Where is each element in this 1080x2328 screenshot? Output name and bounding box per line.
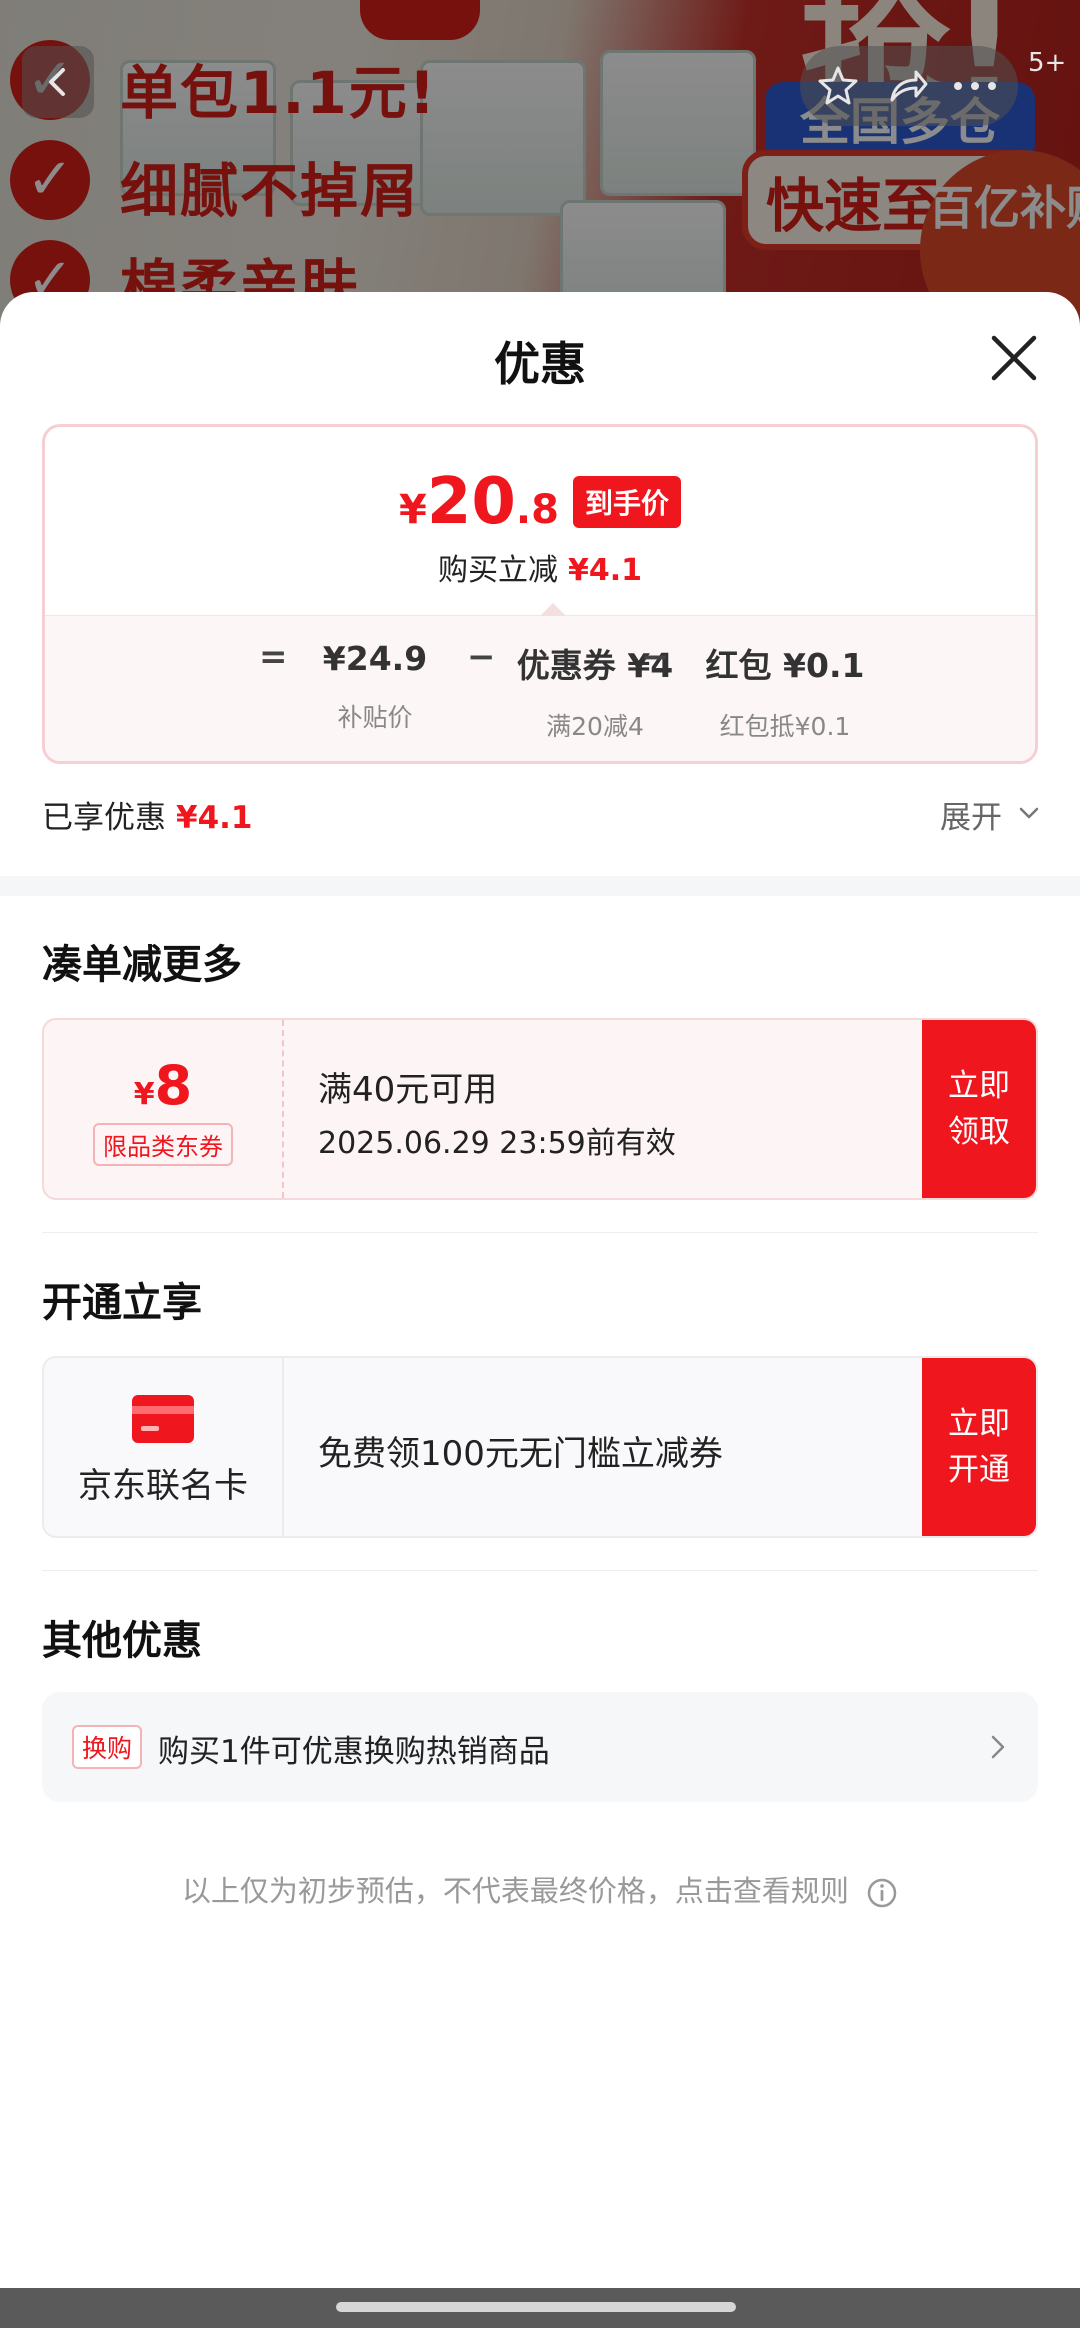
breakdown-value: ¥24.9	[322, 639, 428, 678]
breakdown-label: 红包抵¥0.1	[719, 712, 851, 741]
coupon-condition: 满40元可用	[318, 1070, 498, 1110]
share-icon[interactable]	[886, 64, 930, 108]
direct-discount-label: 购买立减	[437, 553, 558, 588]
disclaimer-text: 以上仅为初步预估，不代表最终价格，点击查看规则	[181, 1874, 849, 1908]
section-divider	[0, 876, 1080, 896]
currency-symbol: ¥	[399, 487, 427, 533]
trade-in-text: 购买1件可优惠换购热销商品	[158, 1734, 550, 1770]
chevron-right-icon	[991, 1735, 1005, 1759]
breakdown-label: 补贴价	[337, 703, 413, 732]
price-decimal: .8	[515, 487, 559, 533]
open-card-button[interactable]: 立即 开通	[922, 1358, 1036, 1536]
message-count: 5+	[1028, 48, 1067, 78]
direct-discount-value: ¥4.1	[567, 553, 643, 588]
card-offer-description: 免费领100元无门槛立减券	[318, 1434, 723, 1474]
section-title-other: 其他优惠	[42, 1618, 202, 1664]
coupon-type-badge: 限品类东券	[93, 1123, 233, 1166]
minus-sign: −	[641, 637, 670, 677]
direct-discount: 购买立减 ¥4.1	[45, 545, 1035, 589]
divider	[42, 1232, 1038, 1233]
coupon-currency: ¥	[133, 1077, 155, 1112]
enjoyed-discount: 已享优惠 ¥4.1	[42, 792, 253, 837]
chevron-left-icon	[49, 68, 65, 96]
expand-button[interactable]: 展开	[940, 792, 1002, 837]
final-price-tag: 到手价	[572, 476, 681, 528]
final-price: ¥ 20 .8 到手价	[45, 465, 1035, 539]
breakdown-label: 满20减4	[546, 712, 644, 741]
coupon-amount: ¥8	[44, 1054, 282, 1117]
top-actions	[800, 46, 1018, 126]
sheet-title: 优惠	[494, 337, 586, 391]
credit-card-icon	[132, 1395, 194, 1443]
pointer-notch	[540, 603, 566, 616]
trade-in-offer-row[interactable]: 换购 购买1件可优惠换购热销商品	[42, 1692, 1038, 1802]
discount-sheet: 优惠 ¥ 20 .8 到手价 购买立减 ¥4.1 = ¥24.9 补贴价 − 优惠…	[0, 292, 1080, 2288]
breakdown-value: 红包 ¥0.1	[705, 646, 865, 685]
star-icon[interactable]	[816, 64, 860, 108]
section-title-open: 开通立享	[42, 1280, 202, 1326]
more-icon[interactable]	[952, 80, 998, 92]
price-integer: 20	[426, 465, 516, 539]
enjoyed-value: ¥4.1	[176, 800, 253, 836]
trade-in-tag: 换购	[72, 1725, 143, 1769]
close-icon[interactable]	[984, 328, 1044, 388]
enjoyed-label: 已享优惠	[42, 800, 166, 836]
coupon-validity: 2025.06.29 23:59前有效	[318, 1126, 676, 1161]
card-offer: 京东联名卡 免费领100元无门槛立减券 立即 开通	[42, 1356, 1038, 1538]
back-button[interactable]	[22, 46, 94, 118]
minus-sign: −	[467, 637, 496, 677]
section-title-more: 凑单减更多	[42, 942, 242, 988]
coupon-value-area: ¥8 限品类东券	[44, 1020, 284, 1198]
divider	[42, 1570, 1038, 1571]
home-indicator[interactable]	[336, 2302, 736, 2312]
coupon-card: ¥8 限品类东券 满40元可用 2025.06.29 23:59前有效 立即 领…	[42, 1018, 1038, 1200]
breakdown-red-packet: 红包 ¥0.1 红包抵¥0.1	[685, 639, 885, 743]
card-offer-brand: 京东联名卡	[44, 1358, 284, 1536]
coupon-amount-value: 8	[154, 1054, 193, 1117]
equals-sign: =	[259, 637, 288, 677]
disclaimer[interactable]: 以上仅为初步预估，不代表最终价格，点击查看规则	[0, 1868, 1080, 1910]
price-summary-card: ¥ 20 .8 到手价 购买立减 ¥4.1 = ¥24.9 补贴价 − 优惠券 ¥…	[42, 424, 1038, 764]
breakdown-subsidy: ¥24.9 补贴价	[295, 639, 455, 734]
info-icon[interactable]	[866, 1877, 898, 1909]
claim-coupon-button[interactable]: 立即 领取	[922, 1020, 1036, 1198]
card-name: 京东联名卡	[78, 1466, 248, 1506]
chevron-down-icon[interactable]	[1016, 800, 1042, 826]
